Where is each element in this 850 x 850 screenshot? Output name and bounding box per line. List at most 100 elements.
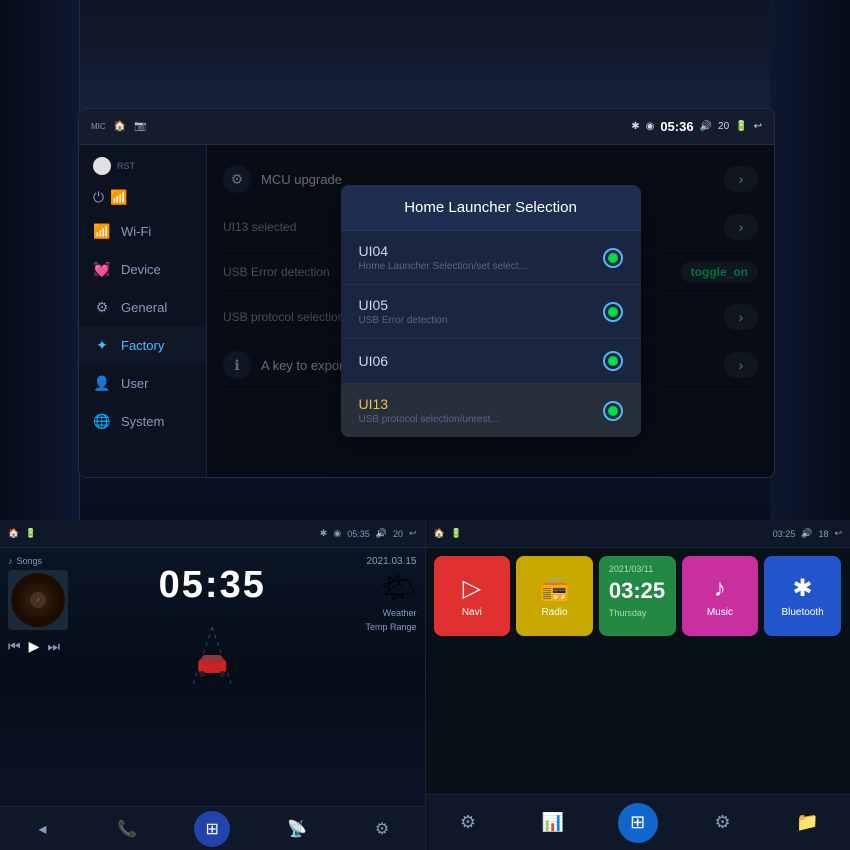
home-icon: 🏠 [114, 121, 126, 132]
popup-ui06-label: UI06 [359, 353, 389, 369]
ui05-nav-home[interactable]: ⊞ [618, 803, 658, 843]
bottom-panels: 🏠 🔋 ✱ ◉ 05:35 🔊 20 ↩ ♪ Songs [0, 520, 850, 850]
popup-item-ui13[interactable]: UI13 USB protocol selection/unrest... [341, 384, 641, 437]
weather-sun-icon: 🌤 [381, 571, 417, 604]
popup-item-ui05[interactable]: UI05 USB Error detection [341, 285, 641, 339]
ui05-nav: ⚙ 📊 ⊞ ⚙ 📁 [426, 794, 850, 850]
popup-ui04-label: UI04 [359, 243, 527, 259]
ui05-panel: 🏠 🔋 03:25 🔊 18 ↩ ▷ Navi 📻 Radio [426, 520, 850, 850]
ui04-nav-phone[interactable]: 📞 [109, 811, 145, 847]
app-tile-music[interactable]: ♪ Music [682, 556, 759, 636]
popup-ui06-radio[interactable] [603, 351, 623, 371]
ui05-nav-folder[interactable]: 📁 [788, 803, 828, 843]
ui04-time: 05:35 [347, 529, 370, 539]
prev-button[interactable]: ⏮ [8, 638, 21, 655]
popup-ui05-radio-dot [608, 307, 618, 317]
popup-ui05-radio[interactable] [603, 302, 623, 322]
navi-label: Navi [462, 607, 482, 618]
ui04-battery-icon: 🔋 [25, 528, 36, 539]
sidebar-item-user[interactable]: 👤 User [79, 364, 206, 402]
ui04-bt-icon: ✱ [320, 528, 328, 539]
ui04-nav-signal[interactable]: 📡 [279, 811, 315, 847]
popup-ui05-label: UI05 [359, 297, 448, 313]
ui04-nav-settings[interactable]: ⚙ [364, 811, 400, 847]
music-title-row: ♪ Songs [8, 556, 92, 566]
radio-icon: 📻 [540, 574, 570, 603]
screen-content: RST ⏻ 📶 📶 Wi-Fi 💓 Device ⚙ General [79, 145, 774, 477]
sidebar: RST ⏻ 📶 📶 Wi-Fi 💓 Device ⚙ General [79, 145, 207, 477]
ui04-screen-header: 🏠 🔋 ✱ ◉ 05:35 🔊 20 ↩ [0, 520, 425, 548]
system-icon: 🌐 [93, 412, 111, 430]
popup-ui13-label: UI13 [359, 396, 499, 412]
popup-ui04-sub: Home Launcher Selection/set select... [359, 261, 527, 272]
ui05-home-icon: 🏠 [434, 528, 445, 539]
ui05-header-left: 🏠 🔋 [434, 528, 462, 539]
ui04-battery: 20 [393, 529, 403, 539]
device-icon: 💓 [93, 260, 111, 278]
sidebar-item-general[interactable]: ⚙ General [79, 288, 206, 326]
sidebar-item-wifi[interactable]: 📶 Wi-Fi [79, 212, 206, 250]
music-album-art: ♪ [8, 570, 68, 630]
app-tile-radio[interactable]: 📻 Radio [516, 556, 593, 636]
ui05-nav-chart[interactable]: 📊 [533, 803, 573, 843]
popup-ui13-radio[interactable] [603, 401, 623, 421]
screenshot-icon: 📷 [134, 121, 146, 132]
popup-item-ui13-inner: UI13 USB protocol selection/unrest... [359, 396, 499, 425]
ui04-vol-icon: 🔊 [376, 528, 387, 539]
ui04-center: 05:35 [100, 548, 325, 806]
ui05-battery: 18 [818, 529, 828, 539]
app-tile-navi[interactable]: ▷ Navi [434, 556, 511, 636]
popup-ui13-radio-dot [608, 406, 618, 416]
app-tile-bluetooth[interactable]: ✱ Bluetooth [764, 556, 841, 636]
header-right: ✱ ◉ 05:36 🔊 20 🔋 ↩ [631, 119, 762, 134]
radio-label: Radio [541, 607, 567, 618]
wifi-status-icon: ◉ [646, 121, 655, 132]
weather-date: 2021.03.15 [366, 556, 416, 567]
battery-level: 20 [718, 121, 729, 132]
ui05-back-icon: ↩ [834, 528, 842, 539]
ui04-wifi-icon: ◉ [333, 528, 341, 539]
back-icon[interactable]: ↩ [754, 121, 762, 132]
factory-icon: ✦ [93, 336, 111, 354]
sidebar-user-label: User [121, 376, 148, 391]
ui05-nav-gear[interactable]: ⚙ [703, 803, 743, 843]
rst-label: RST [117, 161, 135, 171]
ui04-big-clock: 05:35 [159, 564, 266, 607]
ui05-content: ▷ Navi 📻 Radio 2021/03/11 03:25 Thursday… [426, 548, 850, 794]
bluetooth-label: Bluetooth [781, 607, 823, 618]
mic-label: MIC [91, 122, 106, 131]
weather-sub: Temp Range [365, 622, 416, 632]
music-controls: ⏮ ▶ ⏭ [8, 634, 92, 655]
app-tile-clock[interactable]: 2021/03/11 03:25 Thursday [599, 556, 676, 636]
sidebar-item-factory[interactable]: ✦ Factory [79, 326, 206, 364]
ui04-nav-map[interactable]: ◂ [24, 811, 60, 847]
car-background: MIC 🏠 📷 ✱ ◉ 05:36 🔊 20 🔋 ↩ RST [0, 0, 850, 520]
right-panel: ⚙ MCU upgrade › UI13 selected › USB Erro… [207, 145, 774, 477]
car-right-panel [770, 0, 850, 520]
ui04-music-panel: ♪ Songs ♪ ⏮ ▶ ⏭ [0, 548, 100, 806]
volume-icon: 🔊 [700, 121, 712, 132]
music-note-icon: ♪ [8, 556, 13, 566]
ui05-screen-header: 🏠 🔋 03:25 🔊 18 ↩ [426, 520, 850, 548]
ui04-content: ♪ Songs ♪ ⏮ ▶ ⏭ 05:35 [0, 548, 425, 806]
sidebar-device-label: Device [121, 262, 161, 277]
ui05-time: 03:25 [773, 529, 796, 539]
sidebar-item-system[interactable]: 🌐 System [79, 402, 206, 440]
popup-item-ui06[interactable]: UI06 [341, 339, 641, 384]
main-screen: MIC 🏠 📷 ✱ ◉ 05:36 🔊 20 🔋 ↩ RST [78, 108, 775, 478]
sidebar-wifi-area: ⏻ 📶 [79, 183, 206, 212]
ui05-nav-settings[interactable]: ⚙ [448, 803, 488, 843]
popup-ui04-radio[interactable] [603, 248, 623, 268]
clock-tile-day: Thursday [609, 608, 647, 618]
popup-ui06-radio-dot [608, 356, 618, 366]
popup-title: Home Launcher Selection [341, 185, 641, 231]
sidebar-item-device[interactable]: 💓 Device [79, 250, 206, 288]
ui04-back-icon: ↩ [409, 528, 417, 539]
next-button[interactable]: ⏭ [47, 638, 60, 655]
weather-icon-area: 🌤 [381, 571, 417, 604]
user-icon: 👤 [93, 374, 111, 392]
play-button[interactable]: ▶ [29, 638, 40, 655]
home-launcher-popup: Home Launcher Selection UI04 Home Launch… [341, 185, 641, 437]
ui04-nav-home[interactable]: ⊞ [194, 811, 230, 847]
popup-item-ui04[interactable]: UI04 Home Launcher Selection/set select.… [341, 231, 641, 285]
